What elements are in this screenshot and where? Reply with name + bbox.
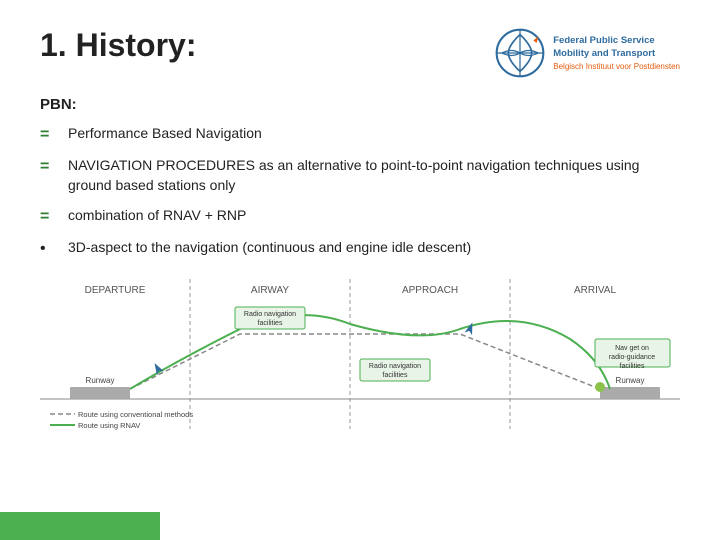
page-title: 1. History: — [40, 28, 196, 63]
logo-text: Federal Public Service Mobility and Tran… — [553, 34, 680, 72]
svg-text:AIRWAY: AIRWAY — [251, 285, 289, 296]
logo-area: Federal Public Service Mobility and Tran… — [495, 28, 680, 78]
svg-text:DEPARTURE: DEPARTURE — [85, 285, 146, 296]
list-item-2: = NAVIGATION PROCEDURES as an alternativ… — [40, 155, 680, 196]
item-text-1: Performance Based Navigation — [68, 123, 680, 143]
item-text-2: NAVIGATION PROCEDURES as an alternative … — [68, 155, 680, 196]
list-item-4: • 3D-aspect to the navigation (continuou… — [40, 237, 680, 260]
svg-text:facilities: facilities — [383, 372, 408, 379]
list-item-1: = Performance Based Navigation — [40, 123, 680, 146]
content: PBN: = Performance Based Navigation = NA… — [40, 96, 680, 260]
item-text-4: 3D-aspect to the navigation (continuous … — [68, 237, 680, 257]
svg-text:Route using RNAV: Route using RNAV — [78, 421, 140, 430]
page: 1. History: Federal Public Service Mobil… — [0, 0, 720, 540]
svg-text:ARRIVAL: ARRIVAL — [574, 285, 616, 296]
bottom-bar — [0, 512, 160, 540]
diagram-area: DEPARTURE AIRWAY APPROACH ARRIVAL Runway… — [40, 274, 680, 434]
svg-text:APPROACH: APPROACH — [402, 285, 458, 296]
svg-text:Nav get on: Nav get on — [615, 345, 649, 352]
diagram-svg: DEPARTURE AIRWAY APPROACH ARRIVAL Runway… — [40, 274, 680, 434]
svg-text:Runway: Runway — [86, 376, 115, 385]
svg-text:Radio navigation: Radio navigation — [369, 363, 421, 370]
eq-symbol-3: = — [40, 205, 62, 228]
eq-symbol-1: = — [40, 123, 62, 146]
svg-text:Route using conventional metho: Route using conventional methods — [78, 410, 193, 419]
logo-icon — [495, 28, 545, 78]
bullet-symbol: • — [40, 237, 62, 260]
svg-text:facilities: facilities — [620, 363, 645, 370]
list-item-3: = combination of RNAV + RNP — [40, 205, 680, 228]
pbn-label: PBN: — [40, 96, 680, 113]
svg-text:Runway: Runway — [616, 376, 645, 385]
svg-text:facilities: facilities — [258, 320, 283, 327]
eq-symbol-2: = — [40, 155, 62, 178]
svg-text:Radio navigation: Radio navigation — [244, 311, 296, 318]
svg-text:radio-guidance: radio-guidance — [609, 354, 655, 361]
item-text-3: combination of RNAV + RNP — [68, 205, 680, 225]
header: 1. History: Federal Public Service Mobil… — [40, 28, 680, 78]
